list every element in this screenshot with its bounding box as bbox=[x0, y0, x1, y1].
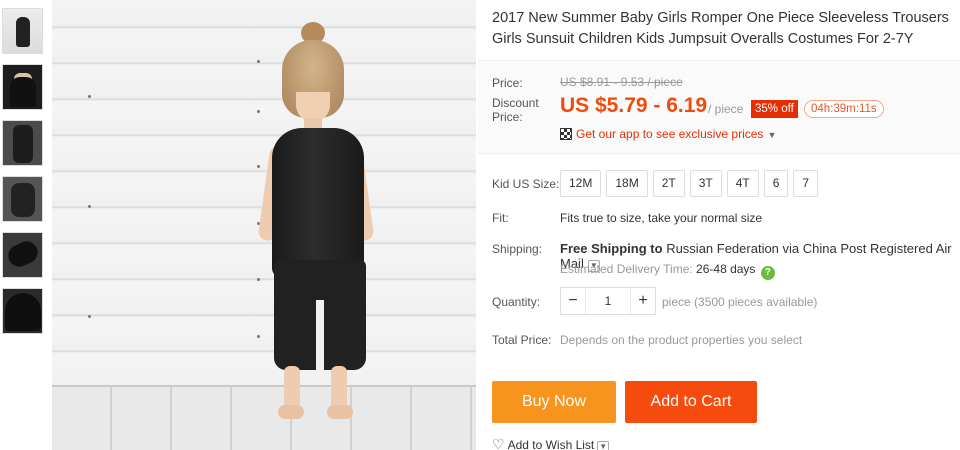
shipping-label: Shipping: bbox=[492, 242, 543, 256]
fit-label: Fit: bbox=[492, 211, 509, 225]
quantity-increase-button[interactable]: + bbox=[631, 288, 655, 314]
quantity-input[interactable]: 1 bbox=[585, 288, 631, 314]
chevron-down-icon[interactable]: ▼ bbox=[597, 441, 610, 450]
product-title: 2017 New Summer Baby Girls Romper One Pi… bbox=[492, 10, 949, 47]
thumbnail-figure bbox=[9, 77, 36, 107]
thumbnail-figure bbox=[10, 183, 35, 217]
app-prices-text: Get our app to see exclusive prices bbox=[576, 127, 764, 141]
size-option-12m[interactable]: 12M bbox=[560, 170, 602, 197]
countdown-timer: 04h:39m:11s bbox=[804, 100, 884, 118]
jumpsuit-leg-gap bbox=[316, 300, 324, 370]
quantity-label: Quantity: bbox=[492, 295, 541, 309]
price-section: Price: US $8.91 - 9.53 / piece Discount … bbox=[478, 60, 960, 154]
jumpsuit-body bbox=[272, 128, 364, 278]
size-option-7[interactable]: 7 bbox=[793, 170, 819, 197]
delivery-estimate: Estimated Delivery Time: 26-48 days ? bbox=[560, 262, 775, 280]
price-unit: / piece bbox=[708, 102, 744, 116]
thumbnail-1[interactable] bbox=[2, 8, 43, 54]
total-price-value: Depends on the product properties you se… bbox=[560, 333, 803, 347]
thumbnail-5[interactable] bbox=[2, 232, 43, 278]
free-shipping-text: Free Shipping to bbox=[560, 241, 663, 256]
size-option-3t[interactable]: 3T bbox=[689, 170, 722, 197]
quantity-stepper: − 1 + bbox=[560, 287, 656, 315]
size-option-2t[interactable]: 2T bbox=[652, 170, 685, 197]
thumbnail-6[interactable] bbox=[2, 288, 43, 334]
main-product-image[interactable] bbox=[52, 0, 476, 450]
discount-price: US $5.79 - 6.19 bbox=[560, 94, 708, 117]
delivery-days: 26-48 days bbox=[696, 262, 756, 276]
size-option-18m[interactable]: 18M bbox=[606, 170, 648, 197]
discount-badge: 35% off bbox=[751, 100, 798, 118]
thumbnail-list bbox=[2, 8, 45, 344]
add-to-wishlist-link[interactable]: ♡ Add to Wish List ▼ bbox=[492, 436, 610, 450]
thumbnail-2[interactable] bbox=[2, 64, 43, 110]
price-label: Price: bbox=[492, 76, 523, 90]
quantity-availability: piece (3500 pieces available) bbox=[662, 295, 818, 309]
thumbnail-4[interactable] bbox=[2, 176, 43, 222]
size-options: 12M 18M 2T 3T 4T 6 7 bbox=[560, 170, 823, 197]
thumbnail-3[interactable] bbox=[2, 120, 43, 166]
size-option-4t[interactable]: 4T bbox=[726, 170, 759, 197]
qr-code-icon bbox=[560, 128, 572, 140]
heart-icon: ♡ bbox=[492, 436, 505, 450]
thumbnail-figure bbox=[12, 125, 33, 163]
model-foot-left bbox=[278, 405, 304, 419]
original-price: US $8.91 - 9.53 / piece bbox=[560, 75, 683, 89]
size-option-6[interactable]: 6 bbox=[763, 170, 789, 197]
add-to-cart-button[interactable]: Add to Cart bbox=[625, 381, 757, 423]
product-info-panel: 2017 New Summer Baby Girls Romper One Pi… bbox=[478, 0, 960, 450]
discount-price-label: Discount Price: bbox=[492, 96, 539, 124]
wishlist-label: Add to Wish List bbox=[507, 438, 595, 450]
question-icon[interactable]: ? bbox=[760, 266, 775, 280]
model-foot-right bbox=[327, 405, 353, 419]
thumbnail-figure bbox=[4, 237, 41, 271]
quantity-decrease-button[interactable]: − bbox=[561, 288, 585, 314]
thumbnail-figure bbox=[15, 17, 30, 47]
size-label: Kid US Size: bbox=[492, 177, 560, 191]
fit-value: Fits true to size, take your normal size bbox=[560, 211, 763, 225]
total-price-label: Total Price: bbox=[492, 333, 552, 347]
thumbnail-figure bbox=[4, 293, 41, 331]
app-prices-link[interactable]: Get our app to see exclusive prices ▼ bbox=[560, 127, 776, 141]
caret-down-icon: ▼ bbox=[767, 130, 777, 140]
delivery-label: Estimated Delivery Time: bbox=[560, 262, 693, 276]
model-figure bbox=[52, 0, 476, 450]
buy-now-button[interactable]: Buy Now bbox=[492, 381, 616, 423]
